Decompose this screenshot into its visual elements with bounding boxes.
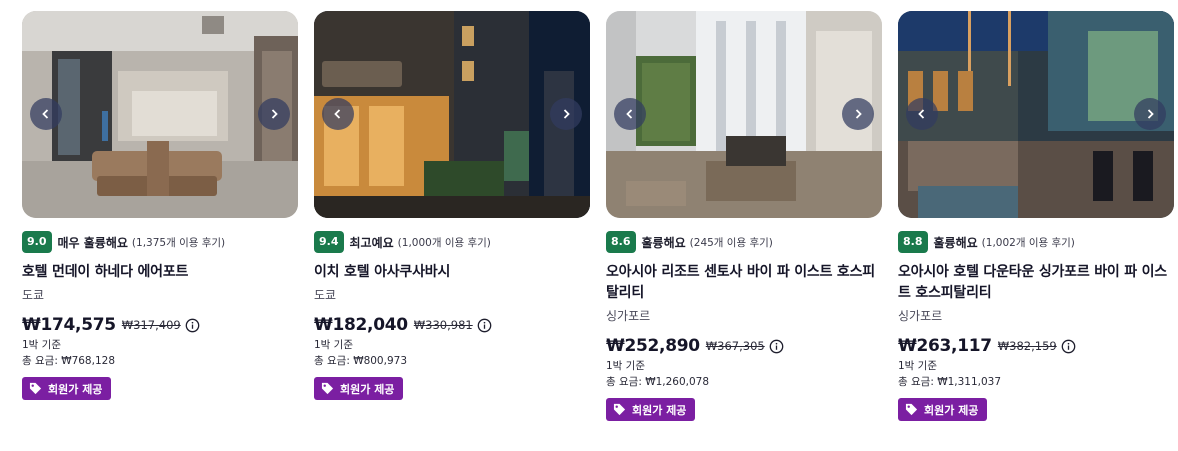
rating-score-badge: 9.4 <box>314 231 344 253</box>
current-price: ₩182,040 <box>314 315 408 335</box>
photo-next-button[interactable] <box>258 98 290 130</box>
total-price: 총 요금: ₩768,128 <box>22 355 115 367</box>
resort-lobby-photo <box>606 11 882 218</box>
hotel-city: 싱가포르 <box>606 309 651 323</box>
hotel-photo[interactable] <box>22 11 298 218</box>
member-price-label: 회원가 제공 <box>340 382 395 396</box>
rating-row: 8.8 훌륭해요 (1,002개 이용 후기) <box>898 231 1174 253</box>
hotel-photo[interactable] <box>898 11 1174 218</box>
chevron-left-icon <box>334 109 341 119</box>
hotel-name[interactable]: 이치 호텔 아사쿠사바시 <box>314 262 590 283</box>
info-icon <box>1061 339 1076 353</box>
review-count: (1,375개 이용 후기) <box>131 236 226 249</box>
tag-icon <box>905 403 918 416</box>
photo-prev-button[interactable] <box>614 98 646 130</box>
price-info-button[interactable] <box>477 318 492 333</box>
member-price-badge: 회원가 제공 <box>22 377 112 400</box>
price-info-button[interactable] <box>185 318 200 333</box>
per-night-label: 1박 기준 <box>898 360 937 372</box>
per-night-label: 1박 기준 <box>606 360 645 372</box>
member-price-badge: 회원가 제공 <box>898 398 988 421</box>
member-price-label: 회원가 제공 <box>924 403 979 417</box>
rating-score-badge: 9.0 <box>22 231 52 253</box>
rating-word: 훌륭해요 <box>641 235 686 250</box>
current-price: ₩174,575 <box>22 315 116 335</box>
rating-row: 9.4 최고예요 (1,000개 이용 후기) <box>314 231 590 253</box>
chevron-right-icon <box>855 109 862 119</box>
rating-score-badge: 8.8 <box>898 231 928 253</box>
total-price: 총 요금: ₩1,311,037 <box>898 376 1002 388</box>
total-price: 총 요금: ₩1,260,078 <box>606 376 710 388</box>
info-icon <box>477 318 492 332</box>
price-row: ₩252,890 ₩367,305 <box>606 336 882 356</box>
total-price: 총 요금: ₩800,973 <box>314 355 407 367</box>
rating-word: 훌륭해요 <box>933 235 978 250</box>
hotel-card[interactable]: 9.4 최고예요 (1,000개 이용 후기) 이치 호텔 아사쿠사바시 도쿄 … <box>314 11 590 400</box>
chevron-right-icon <box>1147 109 1154 119</box>
photo-next-button[interactable] <box>842 98 874 130</box>
hotel-card[interactable]: 8.6 훌륭해요 (245개 이용 후기) 오아시아 리조트 센토사 바이 파 … <box>606 11 882 421</box>
hotel-name[interactable]: 오아시아 호텔 다운타운 싱가포르 바이 파 이스트 호스피탈리티 <box>898 262 1174 304</box>
photo-prev-button[interactable] <box>322 98 354 130</box>
photo-prev-button[interactable] <box>30 98 62 130</box>
hotel-photo[interactable] <box>606 11 882 218</box>
hotel-card[interactable]: 8.8 훌륭해요 (1,002개 이용 후기) 오아시아 호텔 다운타운 싱가포… <box>898 11 1174 421</box>
rating-word: 매우 훌륭해요 <box>57 235 128 250</box>
review-count: (245개 이용 후기) <box>689 236 773 249</box>
tag-icon <box>321 382 334 395</box>
chevron-left-icon <box>42 109 49 119</box>
per-night-label: 1박 기준 <box>314 339 353 351</box>
tag-icon <box>29 382 42 395</box>
price-info-button[interactable] <box>1061 339 1076 354</box>
chevron-left-icon <box>626 109 633 119</box>
hotel-photo[interactable] <box>314 11 590 218</box>
original-price: ₩382,159 <box>997 339 1057 353</box>
price-row: ₩182,040 ₩330,981 <box>314 315 590 335</box>
hotel-city: 도쿄 <box>22 288 45 302</box>
chevron-left-icon <box>918 109 925 119</box>
hotel-exterior-night-photo <box>314 11 590 218</box>
current-price: ₩252,890 <box>606 336 700 356</box>
rating-row: 9.0 매우 훌륭해요 (1,375개 이용 후기) <box>22 231 298 253</box>
photo-next-button[interactable] <box>550 98 582 130</box>
info-icon <box>185 318 200 332</box>
price-row: ₩263,117 ₩382,159 <box>898 336 1174 356</box>
hotel-city: 싱가포르 <box>898 309 943 323</box>
hotel-lobby-photo <box>22 11 298 218</box>
current-price: ₩263,117 <box>898 336 992 356</box>
photo-next-button[interactable] <box>1134 98 1166 130</box>
rating-row: 8.6 훌륭해요 (245개 이용 후기) <box>606 231 882 253</box>
chevron-right-icon <box>271 109 278 119</box>
review-count: (1,002개 이용 후기) <box>981 236 1075 249</box>
price-info-button[interactable] <box>769 339 784 354</box>
rating-score-badge: 8.6 <box>606 231 636 253</box>
member-price-label: 회원가 제공 <box>48 382 103 396</box>
member-price-badge: 회원가 제공 <box>606 398 696 421</box>
hotel-name[interactable]: 오아시아 리조트 센토사 바이 파 이스트 호스피탈리티 <box>606 262 882 304</box>
original-price: ₩330,981 <box>413 318 473 332</box>
info-icon <box>769 339 784 353</box>
original-price: ₩317,409 <box>121 318 181 332</box>
original-price: ₩367,305 <box>705 339 765 353</box>
hotel-card-row: 9.0 매우 훌륭해요 (1,375개 이용 후기) 호텔 먼데이 하네다 에어… <box>0 0 1178 451</box>
per-night-label: 1박 기준 <box>22 339 61 351</box>
chevron-right-icon <box>563 109 570 119</box>
photo-prev-button[interactable] <box>906 98 938 130</box>
review-count: (1,000개 이용 후기) <box>397 236 491 249</box>
hotel-name[interactable]: 호텔 먼데이 하네다 에어포트 <box>22 262 298 283</box>
member-price-badge: 회원가 제공 <box>314 377 404 400</box>
tag-icon <box>613 403 626 416</box>
hotel-card[interactable]: 9.0 매우 훌륭해요 (1,375개 이용 후기) 호텔 먼데이 하네다 에어… <box>22 11 298 400</box>
price-row: ₩174,575 ₩317,409 <box>22 315 298 335</box>
hotel-city: 도쿄 <box>314 288 337 302</box>
hotel-bar-photo <box>898 11 1174 218</box>
rating-word: 최고예요 <box>349 235 394 250</box>
member-price-label: 회원가 제공 <box>632 403 687 417</box>
